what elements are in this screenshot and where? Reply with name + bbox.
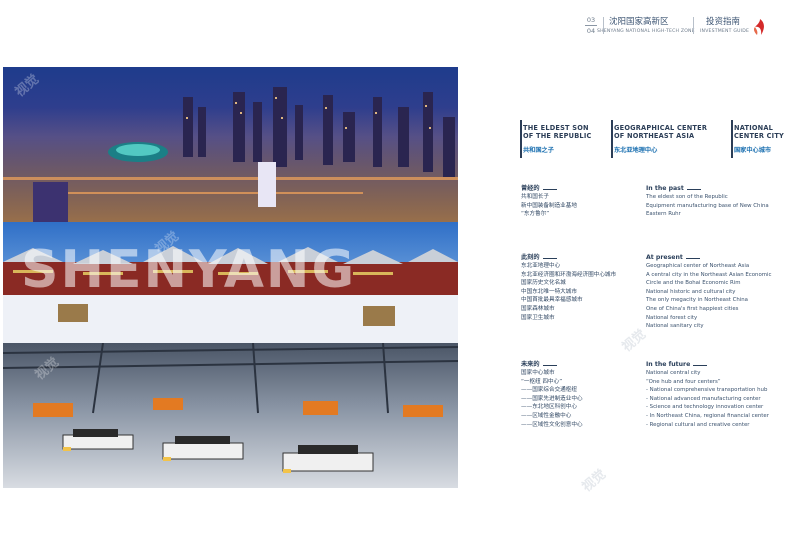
zone-title-cn: 沈阳国家高新区 (609, 17, 669, 27)
brand-logo (752, 18, 768, 36)
section-title: At present (646, 254, 771, 262)
photo-overlay-title: SHENYANG (21, 240, 357, 300)
photo-palace-snow: SHENYANG 视觉 (3, 222, 458, 343)
list-item: 东北亚地理中心 (521, 263, 561, 269)
list-item: - In Northeast China, regional financial… (646, 412, 769, 419)
list-item: ——区域性金融中心 (521, 412, 572, 419)
section-present-en: At present Geographical center of Northe… (646, 254, 771, 331)
list-item: National sanitary city (646, 323, 704, 330)
list-item: One of China's first happiest cities (646, 305, 739, 312)
list-item: - Science and technology innovation cent… (646, 404, 764, 411)
column-subtitle-center-city: 国家中心城市 (734, 147, 772, 154)
section-title: 曾经的 (521, 185, 577, 193)
watermark: 视觉 (619, 326, 650, 356)
list-item: Equipment manufacturing base of New Chin… (646, 202, 769, 209)
list-item: 国家历史文化名城 (521, 280, 566, 287)
section-past-en: In the past The eldest son of the Republ… (646, 185, 769, 219)
section-present-cn: 此刻的 东北亚地理中心 东北亚经济圈和环渤海经济圈中心城市 国家历史文化名城 中… (521, 254, 616, 322)
list-item: - Regional cultural and creative center (646, 421, 750, 428)
photo-factory: 视觉 (3, 343, 458, 488)
list-item: National historic and cultural city (646, 288, 736, 295)
section-title: 此刻的 (521, 254, 616, 262)
column-title-center-city: NATIONAL CENTER CITY (734, 124, 785, 140)
column-subtitle-eldest-son: 共和国之子 (523, 147, 554, 154)
page-number: 03 04 (584, 16, 598, 35)
column-marker (731, 120, 733, 158)
header-divider (693, 17, 694, 34)
list-item: “One hub and four centers” (646, 378, 721, 385)
list-item: “一枢纽 四中心” (521, 378, 563, 385)
column-title-geo-center: GEOGRAPHICAL CENTER OF NORTHEAST ASIA (614, 124, 708, 140)
list-item: National forest city (646, 314, 698, 321)
section-future-en: In the future National central city “One… (646, 361, 769, 429)
list-item: 国家中心城市 (521, 370, 555, 376)
list-item: 中国东北唯一特大城市 (521, 288, 577, 295)
list-item: 新中国装备制造业基地 (521, 202, 577, 209)
list-item: ——东北地区科创中心 (521, 404, 577, 411)
list-item: Eastern Ruhr (646, 211, 681, 218)
list-item: - National advanced manufacturing center (646, 395, 761, 402)
page-number-bottom: 04 (586, 27, 596, 35)
column-marker (520, 120, 522, 158)
section-title: 未来的 (521, 361, 583, 369)
list-item: ——国家综合交通枢纽 (521, 387, 577, 394)
guide-title-cn: 投资指南 (706, 17, 741, 27)
section-future-cn: 未来的 国家中心城市 “一枢纽 四中心” ——国家综合交通枢纽 ——国家先进制造… (521, 361, 583, 429)
list-item: Geographical center of Northeast Asia (646, 263, 750, 269)
list-item: Circle and the Bohai Economic Rim (646, 280, 741, 287)
list-item: The only megacity in Northeast China (646, 297, 748, 304)
column-subtitle-geo-center: 东北亚地理中心 (614, 147, 658, 154)
list-item: A central city in the Northeast Asian Ec… (646, 271, 772, 278)
list-item: “东方鲁尔” (521, 211, 550, 218)
column-marker (611, 120, 613, 158)
section-title: In the future (646, 361, 769, 369)
list-item: 国家森林城市 (521, 305, 555, 312)
photo-night-city: 视觉 (3, 67, 458, 222)
column-title-eldest-son: THE ELDEST SON OF THE REPUBLIC (523, 124, 592, 140)
section-title: In the past (646, 185, 769, 193)
list-item: 共和国长子 (521, 194, 549, 200)
section-past-cn: 曾经的 共和国长子 新中国装备制造业基地 “东方鲁尔” (521, 185, 577, 219)
list-item: 中国首批最具幸福感城市 (521, 297, 583, 304)
list-item: National central city (646, 370, 701, 376)
list-item: 东北亚经济圈和环渤海经济圈中心城市 (521, 271, 617, 278)
list-item: ——区域性文化创意中心 (521, 421, 583, 428)
zone-title-en: SHENYANG NATIONAL HIGH-TECH ZONE (597, 29, 695, 34)
page-number-top: 03 (586, 16, 596, 24)
watermark: 视觉 (579, 466, 610, 496)
guide-title-en: INVESTMENT GUIDE (700, 29, 750, 34)
list-item: - National comprehensive transportation … (646, 387, 768, 394)
list-item: 国家卫生城市 (521, 314, 555, 321)
list-item: ——国家先进制造业中心 (521, 395, 583, 402)
list-item: The eldest son of the Republic (646, 194, 728, 200)
